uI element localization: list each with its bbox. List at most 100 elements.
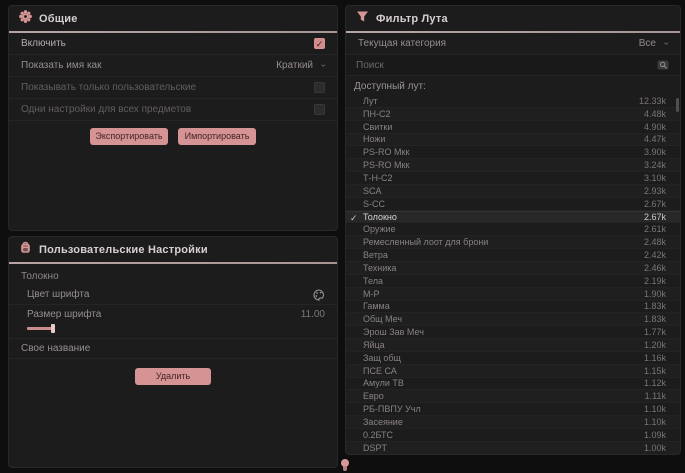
- loot-item-count: 2.61k: [644, 224, 666, 234]
- font-size-slider[interactable]: [27, 324, 319, 334]
- loot-item-name: PS-RO Мкк: [363, 160, 409, 170]
- loot-item-name: Ножи: [363, 134, 385, 144]
- loot-item-count: 1.12k: [644, 378, 666, 388]
- loot-list-item[interactable]: ✓ Засеяние 1.10k: [346, 416, 680, 429]
- resize-grip-icon[interactable]: [339, 459, 351, 473]
- loot-list-item[interactable]: ✓ Оружие 2.61k: [346, 223, 680, 236]
- loot-list-item[interactable]: ✓ Ветра 2.42k: [346, 249, 680, 262]
- loot-item-count: 1.11k: [645, 391, 666, 401]
- delete-button[interactable]: Удалить: [135, 368, 211, 385]
- funnel-icon: [356, 10, 369, 28]
- loot-list-item[interactable]: ✓ PS-RO Мкк 3.90k: [346, 146, 680, 159]
- loot-item-count: 2.67k: [644, 199, 666, 209]
- loot-item-count: 1.10k: [644, 404, 666, 414]
- user-settings-header: Пользовательские Настройки: [9, 237, 337, 262]
- search-icon[interactable]: [657, 60, 670, 71]
- export-button[interactable]: Экспортировать: [90, 128, 168, 145]
- loot-list-item[interactable]: ✓ 0.2БТС 1.09k: [346, 429, 680, 442]
- loot-item-name: 0.2БТС: [363, 430, 393, 440]
- loot-list-item[interactable]: ✓ Ремесленный лоот для брони 2.48k: [346, 236, 680, 249]
- loot-item-name: Яйца: [363, 340, 385, 350]
- loot-item-name: ПН-С2: [363, 109, 390, 119]
- same-settings-label: Одни настройки для всех предметов: [21, 104, 191, 115]
- same-settings-checkbox[interactable]: ✓: [314, 104, 325, 115]
- general-panel-header: Общие: [9, 6, 337, 31]
- loot-list-item[interactable]: ✓ РБ-ПВПУ Учл 1.10k: [346, 403, 680, 416]
- scrollbar-thumb[interactable]: [676, 98, 679, 112]
- user-settings-panel: Пользовательские Настройки Толокно Цвет …: [8, 236, 338, 468]
- loot-list-item[interactable]: ✓ Защ общ 1.16k: [346, 352, 680, 365]
- font-color-label: Цвет шрифта: [27, 289, 89, 300]
- loot-list-item[interactable]: ✓ Лут 12.33k: [346, 95, 680, 108]
- loot-item-name: Засеяние: [363, 417, 403, 427]
- gear-flower-icon: [19, 10, 32, 28]
- loot-list-item[interactable]: ✓ Яйца 1.20k: [346, 339, 680, 352]
- category-label: Текущая категория: [358, 38, 446, 49]
- loot-item-name: Свитки: [363, 122, 392, 132]
- search-placeholder: Поиск: [356, 60, 384, 71]
- color-palette-icon[interactable]: [313, 289, 325, 301]
- loot-list-item[interactable]: ✓ PS-RO Мкк 3.24k: [346, 159, 680, 172]
- slider-fill: [27, 327, 53, 330]
- only-custom-checkbox[interactable]: ✓: [314, 82, 325, 93]
- loot-list-item[interactable]: ✓ DSPT 1.00k: [346, 442, 680, 455]
- loot-item-count: 1.83k: [644, 314, 666, 324]
- loot-item-name: Эрош Зав Меч: [363, 327, 424, 337]
- loot-list-item[interactable]: ✓ Ножи 4.47k: [346, 134, 680, 147]
- search-input[interactable]: Поиск: [346, 55, 680, 76]
- loot-item-name: Гамма: [363, 301, 390, 311]
- loot-list-item[interactable]: ✓ Техника 2.46k: [346, 262, 680, 275]
- import-button[interactable]: Импортировать: [178, 128, 256, 145]
- loot-item-name: Лут: [363, 96, 378, 106]
- chevron-down-icon: ›: [662, 42, 671, 45]
- loot-list-item[interactable]: ✓ S-СС 2.67k: [346, 198, 680, 211]
- loot-item-count: 4.90k: [644, 122, 666, 132]
- backpack-icon: [19, 241, 32, 259]
- check-icon: ✓: [350, 212, 358, 225]
- loot-item-name: Ремесленный лоот для брони: [363, 237, 488, 247]
- loot-item-count: 1.16k: [644, 353, 666, 363]
- loot-list-item[interactable]: ✓ Толокно 2.67k: [346, 211, 680, 224]
- loot-list-item[interactable]: ✓ ПСЕ СА 1.15k: [346, 365, 680, 378]
- loot-list-item[interactable]: ✓ М-Р 1.90k: [346, 288, 680, 301]
- loot-item-name: ПСЕ СА: [363, 366, 397, 376]
- loot-item-count: 3.24k: [644, 160, 666, 170]
- name-mode-label: Показать имя как: [21, 60, 101, 71]
- name-mode-dropdown[interactable]: Краткий ›: [276, 60, 325, 71]
- font-size-row: Размер шрифта 11.00: [9, 305, 337, 323]
- loot-item-count: 4.48k: [644, 109, 666, 119]
- loot-item-name: М-Р: [363, 289, 380, 299]
- header-divider: [9, 262, 337, 264]
- loot-list-item[interactable]: ✓ Гамма 1.83k: [346, 301, 680, 314]
- loot-item-name: Ветра: [363, 250, 388, 260]
- loot-item-count: 1.20k: [644, 340, 666, 350]
- setting-row-only-custom: Показывать только пользовательские ✓: [9, 77, 337, 99]
- loot-item-count: 1.15k: [644, 366, 666, 376]
- loot-list-item[interactable]: ✓ Тела 2.19k: [346, 275, 680, 288]
- loot-item-name: Оружие: [363, 224, 396, 234]
- loot-filter-header: Фильтр Лута: [346, 6, 680, 31]
- loot-item-count: 1.90k: [644, 289, 666, 299]
- loot-list-item[interactable]: ✓ SCA 2.93k: [346, 185, 680, 198]
- category-dropdown[interactable]: Все ›: [639, 38, 668, 49]
- loot-item-name: Амули ТВ: [363, 378, 404, 388]
- slider-thumb[interactable]: [51, 324, 55, 333]
- loot-item-count: 3.10k: [644, 173, 666, 183]
- loot-item-name: Толокно: [363, 212, 397, 222]
- loot-item-count: 2.19k: [644, 276, 666, 286]
- custom-name-input[interactable]: Свое название: [9, 339, 337, 359]
- enable-checkbox[interactable]: ✓: [314, 38, 325, 49]
- loot-list-item[interactable]: ✓ Т-Н-С2 3.10k: [346, 172, 680, 185]
- loot-list-item[interactable]: ✓ Амули ТВ 1.12k: [346, 378, 680, 391]
- loot-item-count: 3.90k: [644, 147, 666, 157]
- loot-list-item[interactable]: ✓ Эрош Зав Меч 1.77k: [346, 326, 680, 339]
- loot-list-item[interactable]: ✓ ПН-С2 4.48k: [346, 108, 680, 121]
- header-divider: [9, 31, 337, 33]
- loot-list-item[interactable]: ✓ Евро 1.11k: [346, 390, 680, 403]
- name-mode-value: Краткий: [276, 60, 313, 71]
- general-panel-title: Общие: [39, 13, 78, 25]
- export-import-row: Экспортировать Импортировать: [9, 128, 337, 145]
- loot-item-name: Общ Меч: [363, 314, 402, 324]
- loot-list-item[interactable]: ✓ Свитки 4.90k: [346, 121, 680, 134]
- loot-list-item[interactable]: ✓ Общ Меч 1.83k: [346, 313, 680, 326]
